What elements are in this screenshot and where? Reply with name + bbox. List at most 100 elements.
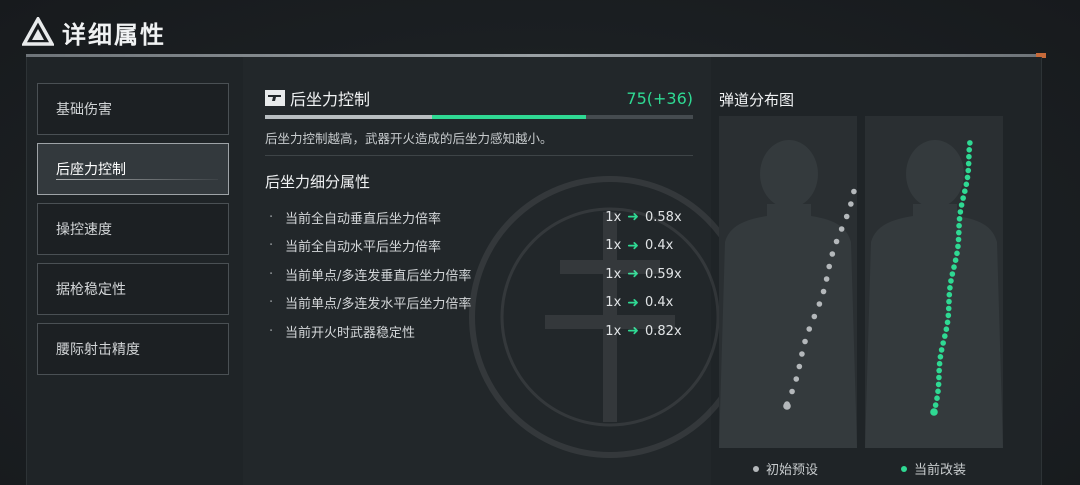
recoil-dot xyxy=(956,229,962,236)
recoil-dot xyxy=(952,257,959,263)
recoil-dot xyxy=(789,388,795,395)
recoil-dot xyxy=(796,363,803,370)
section-divider xyxy=(265,155,693,156)
recoil-pattern-initial xyxy=(783,188,857,410)
recoil-dot xyxy=(935,388,941,395)
recoil-dot xyxy=(946,298,952,305)
recoil-dot xyxy=(948,278,954,284)
recoil-dot xyxy=(955,236,962,243)
bullet-dot: · xyxy=(269,295,274,311)
recoil-dot xyxy=(820,288,827,295)
recoil-dot xyxy=(829,251,836,257)
recoil-dot xyxy=(965,160,972,167)
recoil-dot xyxy=(967,140,973,146)
recoil-dot xyxy=(962,188,968,194)
recoil-dot xyxy=(960,195,966,201)
recoil-dot xyxy=(936,367,942,374)
detail-panel: 基础伤害 后座力控制 操控速度 据枪稳定性 腰际射击精度 后坐力控制 75(+3… xyxy=(26,57,1042,485)
stat-value: 75(+36) xyxy=(626,88,693,108)
sub-section-title: 后坐力细分属性 xyxy=(265,173,371,191)
recoil-dot xyxy=(957,209,964,215)
sidebar-item-handling-speed[interactable]: 操控速度 xyxy=(37,203,229,255)
sidebar-item-label: 腰际射击精度 xyxy=(56,342,140,358)
page-header: 详细属性 xyxy=(22,12,166,52)
stat-progress-bar xyxy=(265,115,693,119)
bullet-dot: · xyxy=(269,323,274,339)
recoil-dot xyxy=(802,338,808,345)
gun-icon xyxy=(265,90,285,106)
recoil-dot xyxy=(945,305,952,312)
recoil-dot xyxy=(963,181,970,188)
recoil-dot xyxy=(936,360,943,367)
recoil-dot xyxy=(947,285,953,291)
recoil-dot xyxy=(848,201,854,207)
sidebar-item-label: 基础伤害 xyxy=(56,102,112,118)
recoil-dot xyxy=(956,216,963,222)
recoil-dot xyxy=(937,354,944,360)
recoil-dot xyxy=(942,333,948,339)
recoil-dot xyxy=(958,202,965,208)
stat-bonus-fill xyxy=(431,115,586,119)
sidebar-item-hipfire-accuracy[interactable]: 腰际射击精度 xyxy=(37,323,229,375)
spread-chart-title: 弹道分布图 xyxy=(719,91,795,109)
spread-target-initial xyxy=(719,116,857,448)
recoil-dot xyxy=(806,326,813,332)
legend-item-initial: 初始预设 xyxy=(753,459,818,478)
recoil-dot xyxy=(945,312,952,319)
recoil-dot xyxy=(826,263,833,270)
sidebar-item-label: 操控速度 xyxy=(56,222,112,238)
recoil-dot xyxy=(949,271,956,277)
recoil-dot xyxy=(955,243,961,250)
sidebar-item-label: 据枪稳定性 xyxy=(56,282,126,298)
legend-dot-icon xyxy=(901,465,907,472)
sidebar-item-recoil-control[interactable]: 后座力控制 xyxy=(37,143,229,195)
legend-dot-icon xyxy=(753,465,759,472)
recoil-dot xyxy=(851,188,857,195)
spread-target-current xyxy=(865,116,1003,448)
legend-label: 初始预设 xyxy=(766,463,819,478)
stat-header: 后坐力控制 75(+36) xyxy=(265,87,693,109)
stat-description: 后坐力控制越高，武器开火造成的后坐力感知越小。 xyxy=(265,131,553,146)
sidebar-item-label: 后座力控制 xyxy=(56,162,126,178)
legend-item-current: 当前改装 xyxy=(901,459,966,478)
recoil-dot xyxy=(784,401,790,407)
recoil-dot xyxy=(944,319,951,326)
recoil-dot xyxy=(946,291,953,298)
stat-base-fill xyxy=(265,115,432,119)
recoil-dot xyxy=(816,301,823,307)
bullet-dot: · xyxy=(269,266,274,282)
recoil-dot xyxy=(943,326,950,332)
stat-name: 后坐力控制 xyxy=(290,90,371,109)
recoil-dot xyxy=(954,250,960,257)
recoil-dot xyxy=(838,226,845,232)
sidebar-item-aim-stability[interactable]: 据枪稳定性 xyxy=(37,263,229,315)
legend-label: 当前改装 xyxy=(914,463,967,478)
recoil-pattern-current xyxy=(930,140,973,416)
attribute-sidebar: 基础伤害 后座力控制 操控速度 据枪稳定性 腰际射击精度 xyxy=(37,83,229,383)
sidebar-item-base-damage[interactable]: 基础伤害 xyxy=(37,83,229,135)
recoil-dot xyxy=(799,351,805,357)
bullet-dot: · xyxy=(269,209,274,225)
page-title: 详细属性 xyxy=(62,20,166,49)
recoil-dot xyxy=(936,374,942,381)
recoil-dot xyxy=(966,147,973,153)
recoil-dot xyxy=(938,347,945,353)
triangle-logo-icon xyxy=(22,17,54,46)
recoil-dot xyxy=(833,238,840,245)
recoil-dot xyxy=(934,395,940,402)
recoil-dot xyxy=(966,153,972,160)
bullet-dot: · xyxy=(269,238,274,254)
recoil-dot xyxy=(951,264,957,270)
recoil-dot xyxy=(793,376,800,382)
recoil-dot xyxy=(965,167,972,174)
recoil-dot xyxy=(940,340,946,346)
recoil-dot xyxy=(811,313,818,320)
recoil-dot xyxy=(935,381,942,388)
recoil-dot xyxy=(930,408,938,416)
recoil-dot xyxy=(964,174,971,181)
faction-emblem-watermark-icon xyxy=(469,176,751,458)
recoil-dot xyxy=(823,276,830,282)
recoil-dot xyxy=(932,402,939,408)
recoil-dot xyxy=(843,213,850,220)
recoil-dot xyxy=(956,222,962,229)
